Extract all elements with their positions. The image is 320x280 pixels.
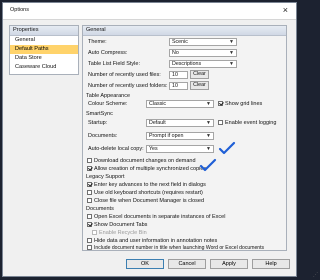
close-file-checkbox[interactable]: Close file when Document Manager is clos…: [87, 197, 204, 204]
show-grid-lines-checkbox[interactable]: Show grid lines: [218, 100, 262, 107]
documents-label: Documents:: [88, 133, 118, 139]
panel-header: General: [83, 26, 286, 36]
download-changes-label: Download document changes on demand: [94, 157, 196, 164]
auto-delete-select[interactable]: Yes ▼: [146, 145, 214, 153]
allow-multiple-copies-label: Allow creation of multiple synchronized …: [94, 165, 207, 172]
checkbox-box[interactable]: [87, 238, 92, 243]
checkbox-box[interactable]: [87, 245, 92, 250]
chevron-down-icon: ▼: [206, 146, 211, 152]
checkbox-box[interactable]: [218, 120, 223, 125]
recycle-bin-label: Enable Recycle Bin: [99, 229, 147, 236]
download-changes-checkbox[interactable]: Download document changes on demand: [87, 157, 196, 164]
checkbox-box[interactable]: [87, 222, 92, 227]
chevron-down-icon: ▼: [206, 133, 211, 139]
open-excel-label: Open Excel documents in separate instanc…: [94, 213, 226, 220]
checkbox-box[interactable]: [87, 198, 92, 203]
enable-event-logging-checkbox[interactable]: Enable event logging: [218, 119, 276, 126]
show-grid-lines-label: Show grid lines: [225, 100, 263, 107]
enter-key-label: Enter key advances to the next field in …: [94, 181, 206, 188]
checkbox-box[interactable]: [87, 190, 92, 195]
theme-select[interactable]: Scenic ▼: [169, 38, 237, 46]
include-number-label: Include document number in title when la…: [94, 244, 265, 251]
recent-files-input[interactable]: 10: [169, 71, 188, 79]
auto-delete-label: Auto-delete local copy:: [88, 146, 144, 152]
legacy-support-title: Legacy Support: [86, 174, 125, 180]
smartsync-title: SmartSync: [86, 111, 113, 117]
table-appearance-title: Table Appearance: [86, 93, 131, 99]
auto-compress-select[interactable]: No ▼: [169, 49, 237, 57]
documents-select[interactable]: Prompt if open ▼: [146, 132, 214, 140]
enter-key-checkbox[interactable]: Enter key advances to the next field in …: [87, 181, 206, 188]
sidebar-item-caseware-cloud[interactable]: Caseware Cloud: [10, 63, 78, 72]
startup-select[interactable]: Default ▼: [146, 119, 214, 127]
checkbox-box[interactable]: [87, 182, 92, 187]
general-panel: General Theme: Scenic ▼ Auto Compress: No…: [82, 25, 287, 251]
apply-button[interactable]: Apply: [210, 259, 248, 269]
checkbox-box[interactable]: [87, 158, 92, 163]
theme-value: Scenic: [172, 39, 188, 45]
startup-label: Startup:: [88, 120, 108, 126]
recent-folders-label: Number of recently used folders:: [88, 83, 168, 89]
table-list-style-select[interactable]: Descriptions ▼: [169, 60, 237, 68]
chevron-down-icon: ▼: [229, 61, 234, 67]
documents-value: Prompt if open: [149, 133, 184, 139]
sidebar-item-general[interactable]: General: [10, 36, 78, 45]
hide-data-label: Hide data and user information in annota…: [94, 237, 218, 244]
resize-grip-icon[interactable]: ⋰: [313, 272, 318, 278]
ok-button[interactable]: OK: [126, 259, 164, 269]
show-document-tabs-label: Show Document Tabs: [94, 221, 148, 228]
chevron-down-icon: ▼: [229, 39, 234, 45]
old-keyboard-checkbox[interactable]: Use old keyboard shortcuts (requires res…: [87, 189, 203, 196]
show-document-tabs-checkbox[interactable]: Show Document Tabs: [87, 221, 147, 228]
auto-delete-value: Yes: [149, 146, 158, 152]
annotation-check-icon: [199, 158, 217, 172]
clear-folders-button[interactable]: Clear: [190, 81, 209, 90]
annotation-check-icon: [218, 141, 236, 155]
colour-scheme-select[interactable]: Classic ▼: [146, 100, 214, 108]
open-excel-checkbox[interactable]: Open Excel documents in separate instanc…: [87, 213, 225, 220]
chevron-down-icon: ▼: [206, 101, 211, 107]
chevron-down-icon: ▼: [206, 120, 211, 126]
checkbox-box[interactable]: [218, 101, 223, 106]
recent-folders-input[interactable]: 10: [169, 82, 188, 90]
old-keyboard-label: Use old keyboard shortcuts (requires res…: [94, 189, 203, 196]
table-list-style-value: Descriptions: [172, 61, 202, 67]
enable-event-logging-label: Enable event logging: [225, 119, 277, 126]
table-list-style-label: Table List Field Style:: [88, 61, 140, 67]
sidebar-item-data-store[interactable]: Data Store: [10, 54, 78, 63]
help-button[interactable]: Help: [252, 259, 290, 269]
close-file-label: Close file when Document Manager is clos…: [94, 197, 205, 204]
checkbox-box[interactable]: [87, 166, 92, 171]
sidebar-item-default-paths[interactable]: Default Paths: [10, 45, 78, 54]
clear-files-button[interactable]: Clear: [190, 70, 209, 79]
properties-header: Properties: [10, 26, 78, 36]
startup-value: Default: [149, 120, 166, 126]
chevron-down-icon: ▼: [229, 50, 234, 56]
properties-tree: Properties General Default Paths Data St…: [9, 25, 79, 75]
include-number-checkbox[interactable]: Include document number in title when la…: [87, 244, 264, 251]
close-icon[interactable]: ×: [283, 5, 288, 15]
title-bar: Options ×: [3, 3, 296, 20]
auto-compress-value: No: [172, 50, 179, 56]
window-title: Options: [10, 7, 29, 13]
theme-label: Theme:: [88, 39, 107, 45]
documents-section-title: Documents: [86, 206, 114, 212]
checkbox-box: [92, 230, 97, 235]
hide-data-checkbox[interactable]: Hide data and user information in annota…: [87, 237, 217, 244]
cancel-button[interactable]: Cancel: [168, 259, 206, 269]
colour-scheme-label: Colour Scheme:: [88, 101, 128, 107]
recent-files-label: Number of recently used files:: [88, 72, 161, 78]
colour-scheme-value: Classic: [149, 101, 167, 107]
auto-compress-label: Auto Compress:: [88, 50, 128, 56]
checkbox-box[interactable]: [87, 214, 92, 219]
recycle-bin-checkbox: Enable Recycle Bin: [92, 229, 147, 236]
allow-multiple-copies-checkbox[interactable]: Allow creation of multiple synchronized …: [87, 165, 206, 172]
